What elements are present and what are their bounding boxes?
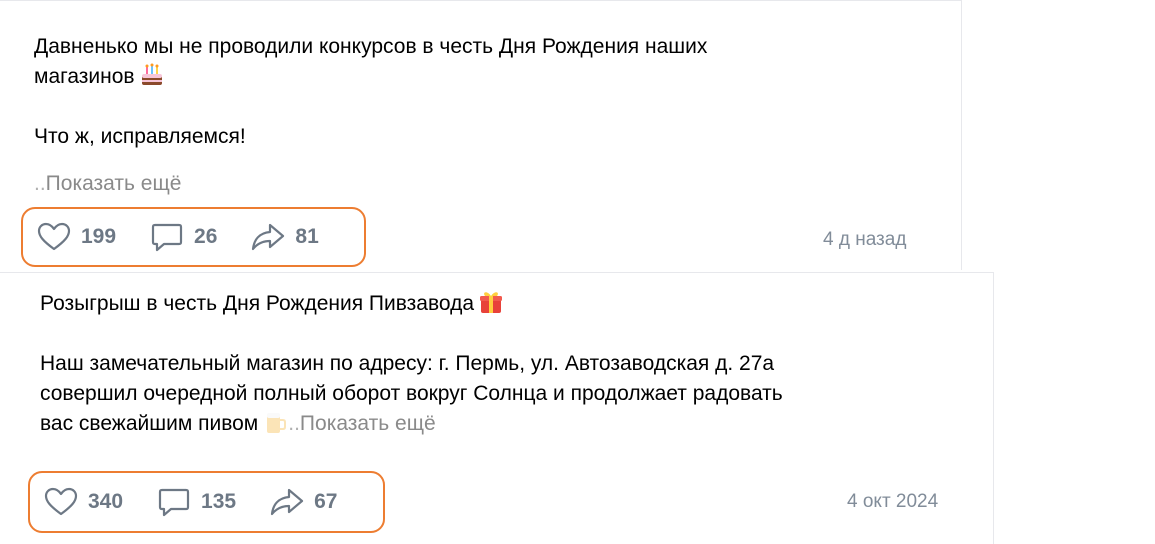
- comment-icon: [151, 223, 183, 252]
- heart-icon: [44, 487, 78, 516]
- post-text-line: Наш замечательный магазин по адресу: г. …: [40, 352, 775, 375]
- like-button[interactable]: 199: [37, 222, 116, 252]
- show-more-line: ..Показать ещё: [34, 169, 181, 201]
- post-actions-highlight: 199 26 81: [21, 207, 366, 267]
- post-text-line: Что ж, исправляемся!: [34, 125, 246, 148]
- comment-icon: [158, 488, 190, 517]
- share-count: 67: [314, 490, 338, 513]
- comment-button[interactable]: 26: [150, 222, 217, 252]
- ellipsis: ..: [288, 412, 300, 435]
- like-button[interactable]: 340: [44, 487, 123, 517]
- post-card-2: Розыгрыш в честь Дня Рождения Пивзавода Н…: [0, 272, 994, 544]
- post-card-1: Давненько мы не проводили конкурсов в че…: [0, 0, 962, 270]
- comment-count: 135: [201, 490, 237, 513]
- show-more-link[interactable]: Показать ещё: [46, 172, 182, 195]
- ellipsis: ..: [34, 172, 46, 195]
- post-text: Давненько мы не проводили конкурсов в че…: [34, 32, 934, 152]
- post-text-line: магазинов: [34, 65, 135, 88]
- post-text: Розыгрыш в честь Дня Рождения Пивзавода Н…: [40, 289, 980, 439]
- post-text-line: вас свежайшим пивом: [40, 412, 259, 435]
- comment-count: 26: [194, 225, 218, 248]
- like-count: 199: [81, 225, 117, 248]
- post-actions-highlight: 340 135 67: [28, 471, 385, 533]
- like-count: 340: [88, 490, 124, 513]
- post-text-line: совершил очередной полный оборот вокруг …: [40, 382, 783, 405]
- post-text-line: Давненько мы не проводили конкурсов в че…: [34, 35, 708, 58]
- heart-icon: [37, 222, 71, 251]
- show-more-link[interactable]: Показать ещё: [300, 412, 436, 435]
- comment-button[interactable]: 135: [157, 487, 236, 517]
- gift-emoji-icon: [480, 292, 503, 313]
- share-button[interactable]: 67: [270, 487, 337, 517]
- share-button[interactable]: 81: [251, 222, 319, 252]
- share-arrow-icon: [270, 488, 304, 516]
- cake-emoji-icon: [141, 63, 162, 85]
- post-text-line: Розыгрыш в честь Дня Рождения Пивзавода: [40, 292, 475, 315]
- post-date[interactable]: 4 окт 2024: [847, 491, 938, 513]
- post-date[interactable]: 4 д назад: [823, 229, 906, 251]
- share-count: 81: [295, 225, 319, 248]
- beer-emoji-icon: [267, 413, 287, 433]
- share-arrow-icon: [252, 223, 285, 251]
